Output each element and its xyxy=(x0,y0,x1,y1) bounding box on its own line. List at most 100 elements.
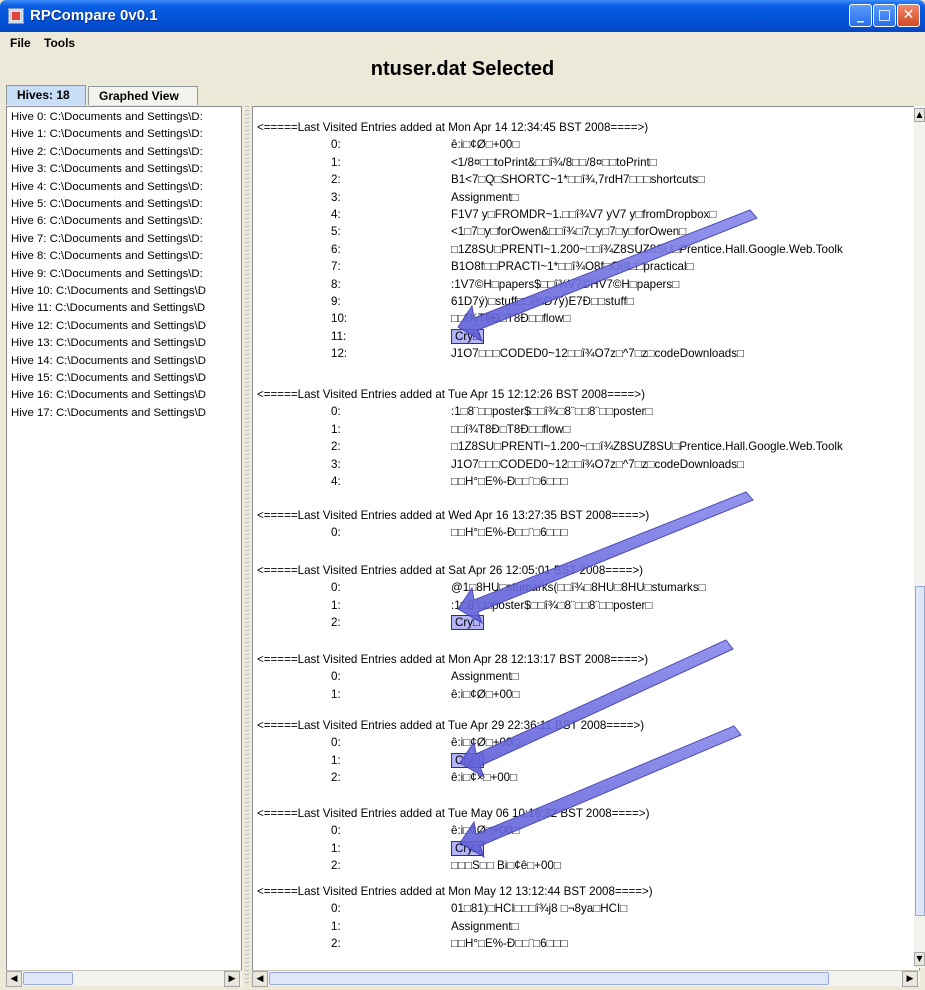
scroll-left-icon[interactable]: ◀ xyxy=(6,971,22,987)
scroll-up-icon[interactable]: ▲ xyxy=(914,108,925,122)
hive-list-item[interactable]: Hive 15: C:\Documents and Settings\D xyxy=(11,372,206,384)
hive-list-item[interactable]: Hive 7: C:\Documents and Settings\D: xyxy=(11,233,203,245)
hive-list-item[interactable]: Hive 5: C:\Documents and Settings\D: xyxy=(11,198,203,210)
app-icon xyxy=(8,8,24,24)
entry-index: 0: xyxy=(331,581,341,595)
entry-value: □□H°□E%-Ð□□¨□6□□□ xyxy=(451,937,568,951)
minimize-button[interactable]: _ xyxy=(849,4,872,27)
entry-value: Assignment□ xyxy=(451,190,519,204)
entry-index: 7: xyxy=(331,260,341,274)
entry-value: Assignment□ xyxy=(451,670,519,684)
scroll-thumb[interactable] xyxy=(269,972,829,985)
menu-bar: File Tools xyxy=(0,32,925,54)
entry-value: □□H°□E%-Ð□□¨□6□□□ xyxy=(451,526,568,540)
highlight-box: Cry□ xyxy=(451,615,485,631)
entry-index: 3: xyxy=(331,190,341,204)
entry-value: @1□8HU□stumarks(□□î¾□8HU□8HU□stumarks□ xyxy=(451,581,706,595)
hive-list-item[interactable]: Hive 2: C:\Documents and Settings\D: xyxy=(11,146,203,158)
scroll-right-icon[interactable]: ▶ xyxy=(902,971,918,987)
close-button[interactable]: ✕ xyxy=(897,4,920,27)
hive-list-item[interactable]: Hive 14: C:\Documents and Settings\D xyxy=(11,355,206,367)
hive-list: Hive 0: C:\Documents and Settings\D: Hive… xyxy=(6,106,242,986)
hive-list-item[interactable]: Hive 4: C:\Documents and Settings\D: xyxy=(11,181,203,193)
hive-list-item[interactable]: Hive 10: C:\Documents and Settings\D xyxy=(11,285,206,297)
entry-index: 0: xyxy=(331,824,341,838)
scroll-thumb[interactable] xyxy=(915,586,925,916)
highlighted-entry-value: Cry□ xyxy=(451,840,485,856)
section-header: <=====Last Visited Entries added at Tue … xyxy=(257,719,645,732)
entry-index: 1: xyxy=(331,841,341,855)
entry-index: 11: xyxy=(331,329,347,343)
hive-list-item[interactable]: Hive 16: C:\Documents and Settings\D xyxy=(11,389,206,401)
entry-index: 4: xyxy=(331,475,341,488)
entry-value: <1□7□y□forOwen&□□î¾□7□y□7□y□forOwen□ xyxy=(451,225,687,239)
entry-value: ê:i□¢Ø□+00□ xyxy=(451,736,520,750)
entry-value: :1V7©H□papers$□□î¾V7©HV7©H□papers□ xyxy=(451,277,680,291)
entry-index: 2: xyxy=(331,173,341,187)
highlighted-entry-value: Cry□ xyxy=(451,752,485,768)
title-bar[interactable]: RPCompare 0v0.1 _ □ ✕ xyxy=(0,0,925,32)
hive-list-item[interactable]: Hive 9: C:\Documents and Settings\D: xyxy=(11,268,203,280)
entry-index: 2: xyxy=(331,859,341,873)
entry-index: 0: xyxy=(331,736,341,750)
entry-index: 1: xyxy=(331,422,341,436)
highlight-box: Cry□ xyxy=(451,328,485,344)
hive-list-item[interactable]: Hive 11: C:\Documents and Settings\D xyxy=(11,302,205,314)
entry-index: 2: xyxy=(331,937,341,951)
entry-index: 8: xyxy=(331,277,341,291)
entry-value: □1Z8SU□PRENTI~1.200~□□î¾Z8SUZ8SU□Prentic… xyxy=(451,440,843,454)
hive-list-item[interactable]: Hive 3: C:\Documents and Settings\D: xyxy=(11,163,203,175)
scroll-right-icon[interactable]: ▶ xyxy=(224,971,240,987)
entry-index: 10: xyxy=(331,312,348,326)
menu-tools[interactable]: Tools xyxy=(44,36,75,50)
entry-index: 4: xyxy=(331,208,341,221)
maximize-button[interactable]: □ xyxy=(873,4,896,27)
scroll-down-icon[interactable]: ▼ xyxy=(914,952,925,966)
entry-index: 1: xyxy=(331,919,341,933)
entry-value: □□î¾T8Ð□T8Ð□□flow□ xyxy=(451,422,571,436)
registry-entries-view: <=====Last Visited Entries added at Mon … xyxy=(252,106,920,986)
menu-file[interactable]: File xyxy=(10,36,31,50)
entry-value: □□□S□□ Bi□¢ê□+00□ xyxy=(451,859,561,873)
section-header: <=====Last Visited Entries added at Mon … xyxy=(257,121,649,134)
entries-vscrollbar[interactable]: ▲ ▼ xyxy=(914,106,925,968)
entry-value: 61D7ý)□stuff□□î¾D7ý)E7Ð□□stuff□ xyxy=(451,295,634,308)
pane-splitter[interactable] xyxy=(243,106,251,986)
entry-index: 6: xyxy=(331,242,341,256)
hive-list-item[interactable]: Hive 12: C:\Documents and Settings\D xyxy=(11,320,206,332)
section-header: <=====Last Visited Entries added at Mon … xyxy=(257,653,649,666)
tab-hives[interactable]: Hives: 18 xyxy=(6,85,86,105)
tab-graphed-view[interactable]: Graphed View xyxy=(88,86,198,105)
hive-list-item[interactable]: Hive 8: C:\Documents and Settings\D: xyxy=(11,250,203,262)
entry-index: 1: xyxy=(331,598,341,612)
entry-index: 1: xyxy=(331,687,341,701)
entry-value: J1O7□□□CODED0~12□□î¾O7z□^7□z□codeDownloa… xyxy=(451,347,745,361)
scroll-left-icon[interactable]: ◀ xyxy=(252,971,268,987)
entry-index: 2: xyxy=(331,616,341,630)
entry-index: 0: xyxy=(331,405,341,419)
highlight-box: Cry□ xyxy=(451,840,485,856)
entry-value: □□î¾T8Ð□T8Ð□□flow□ xyxy=(451,312,571,326)
section-header: <=====Last Visited Entries added at Tue … xyxy=(257,388,645,401)
app-window: RPCompare 0v0.1 _ □ ✕ File Tools ntuser.… xyxy=(0,0,925,990)
entry-value: :1□8¨□□poster$□□î¾□8¨□□8¨□□poster□ xyxy=(451,598,653,612)
entry-value: □□H°□E%-Ð□□¨□6□□□ xyxy=(451,475,568,488)
entry-value: ê:i□¢Ø□+00□ xyxy=(451,824,520,838)
entries-hscrollbar[interactable]: ◀ ▶ xyxy=(252,970,920,987)
scroll-thumb[interactable] xyxy=(23,972,73,985)
entry-index: 2: xyxy=(331,771,341,785)
section-header: <=====Last Visited Entries added at Tue … xyxy=(257,807,650,820)
entry-value: :1□8¨□□poster$□□î¾□8¨□□8¨□□poster□ xyxy=(451,405,653,419)
entry-value: B1<7□Q□SHORTC~1*□□î¾,7rdH7□□□shortcuts□ xyxy=(451,173,705,187)
hive-list-hscrollbar[interactable]: ◀ ▶ xyxy=(6,970,242,987)
entry-index: 1: xyxy=(331,155,341,169)
entry-value: ê:i□¢Ø□+00□ xyxy=(451,138,520,152)
highlight-box: Cry□ xyxy=(451,752,485,768)
hive-list-item[interactable]: Hive 17: C:\Documents and Settings\D xyxy=(11,407,206,419)
entry-value: J1O7□□□CODED0~12□□î¾O7z□^7□z□codeDownloa… xyxy=(451,457,745,471)
hive-list-item[interactable]: Hive 13: C:\Documents and Settings\D xyxy=(11,337,206,349)
hive-list-item[interactable]: Hive 1: C:\Documents and Settings\D: xyxy=(11,128,203,140)
hive-list-item[interactable]: Hive 0: C:\Documents and Settings\D: xyxy=(11,111,203,123)
hive-list-item[interactable]: Hive 6: C:\Documents and Settings\D: xyxy=(11,215,203,227)
entry-index: 0: xyxy=(331,526,341,540)
